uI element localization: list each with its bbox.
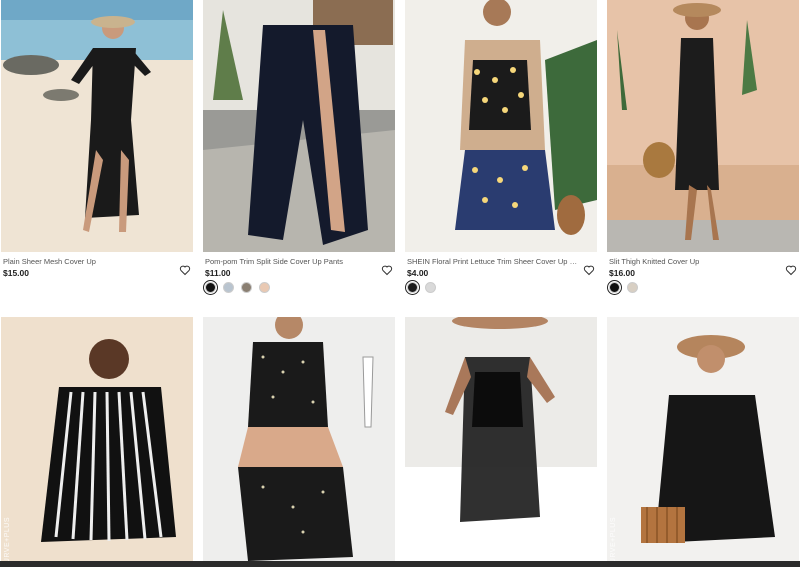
product-image[interactable] — [607, 317, 799, 561]
color-swatch[interactable] — [425, 282, 436, 293]
bottom-edge-bar — [0, 561, 800, 567]
heart-outline-icon[interactable] — [583, 264, 595, 276]
product-title[interactable]: Slit Thigh Knitted Cover Up — [609, 257, 781, 266]
color-swatch[interactable] — [627, 282, 638, 293]
color-swatch[interactable] — [223, 282, 234, 293]
product-price: $11.00 — [205, 268, 231, 278]
product-image[interactable] — [607, 0, 799, 252]
color-swatch[interactable] — [241, 282, 252, 293]
color-swatches — [609, 282, 638, 293]
color-swatch[interactable] — [407, 282, 418, 293]
color-swatch[interactable] — [609, 282, 620, 293]
product-price: $16.00 — [609, 268, 635, 278]
product-title[interactable]: Pom-pom Trim Split Side Cover Up Pants — [205, 257, 377, 266]
color-swatches — [205, 282, 270, 293]
color-swatches — [407, 282, 436, 293]
product-image[interactable] — [405, 0, 597, 252]
heart-outline-icon[interactable] — [381, 264, 393, 276]
product-image[interactable] — [1, 317, 193, 561]
product-price: $15.00 — [3, 268, 29, 278]
product-image[interactable] — [203, 317, 395, 561]
product-image[interactable] — [203, 0, 395, 252]
product-image[interactable] — [405, 317, 597, 561]
product-image[interactable] — [1, 0, 193, 252]
color-swatch[interactable] — [205, 282, 216, 293]
product-price: $4.00 — [407, 268, 429, 278]
heart-outline-icon[interactable] — [179, 264, 191, 276]
product-title[interactable]: SHEIN Floral Print Lettuce Trim Sheer Co… — [407, 257, 579, 266]
color-swatch[interactable] — [259, 282, 270, 293]
heart-outline-icon[interactable] — [785, 264, 797, 276]
product-title[interactable]: Plain Sheer Mesh Cover Up — [3, 257, 175, 266]
